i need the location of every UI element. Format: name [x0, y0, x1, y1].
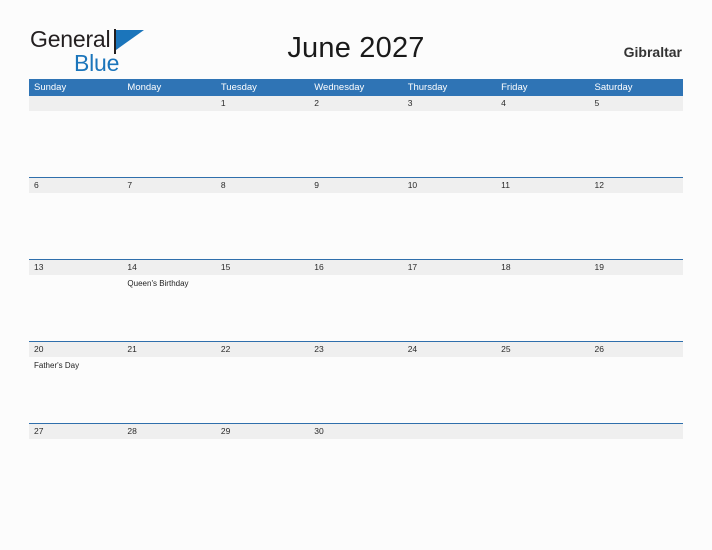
day-cell[interactable] — [590, 193, 683, 259]
calendar-grid: Sunday Monday Tuesday Wednesday Thursday… — [29, 79, 683, 505]
day-cell[interactable] — [590, 439, 683, 505]
week-date-band: 13 14 15 16 17 18 19 — [29, 260, 683, 275]
day-number[interactable]: 8 — [216, 178, 309, 193]
day-number[interactable]: 26 — [590, 342, 683, 357]
day-cell[interactable] — [590, 111, 683, 177]
weekday-header-saturday: Saturday — [594, 82, 633, 93]
day-cell[interactable] — [309, 193, 402, 259]
day-cell[interactable] — [590, 357, 683, 423]
day-number[interactable]: 4 — [496, 96, 589, 111]
week-date-band: 20 21 22 23 24 25 26 — [29, 342, 683, 357]
day-cell[interactable] — [403, 111, 496, 177]
day-number[interactable]: 19 — [590, 260, 683, 275]
day-cell[interactable]: Father's Day — [29, 357, 122, 423]
day-cell[interactable] — [216, 193, 309, 259]
event-label: Queen's Birthday — [127, 279, 189, 288]
day-number[interactable]: 21 — [122, 342, 215, 357]
weekday-header-wednesday: Wednesday — [314, 82, 365, 93]
day-cell[interactable] — [496, 275, 589, 341]
day-number[interactable]: 17 — [403, 260, 496, 275]
day-cell[interactable] — [216, 111, 309, 177]
day-cell[interactable] — [309, 439, 402, 505]
week-date-band: 6 7 8 9 10 11 12 — [29, 178, 683, 193]
day-number[interactable] — [590, 424, 683, 439]
day-cell[interactable] — [29, 439, 122, 505]
day-cell[interactable] — [122, 439, 215, 505]
day-number[interactable]: 14 — [122, 260, 215, 275]
day-number[interactable]: 12 — [590, 178, 683, 193]
day-cell[interactable] — [216, 439, 309, 505]
day-cell[interactable] — [122, 111, 215, 177]
day-cell[interactable] — [590, 275, 683, 341]
day-cell[interactable] — [122, 357, 215, 423]
week-date-band: 27 28 29 30 — [29, 424, 683, 439]
day-number[interactable]: 23 — [309, 342, 402, 357]
region-label: Gibraltar — [623, 44, 682, 60]
day-cell[interactable] — [309, 275, 402, 341]
day-number[interactable]: 3 — [403, 96, 496, 111]
day-number[interactable]: 6 — [29, 178, 122, 193]
day-cell[interactable] — [309, 357, 402, 423]
week-event-band — [29, 193, 683, 259]
week-row: 6 7 8 9 10 11 12 — [29, 177, 683, 259]
week-row: 27 28 29 30 — [29, 423, 683, 505]
day-number[interactable]: 11 — [496, 178, 589, 193]
day-number[interactable]: 29 — [216, 424, 309, 439]
weekday-header-row: Sunday Monday Tuesday Wednesday Thursday… — [29, 79, 683, 96]
week-row: 1 2 3 4 5 — [29, 96, 683, 177]
weekday-header-thursday: Thursday — [407, 82, 448, 93]
day-cell[interactable] — [403, 193, 496, 259]
week-date-band: 1 2 3 4 5 — [29, 96, 683, 111]
day-number[interactable]: 25 — [496, 342, 589, 357]
weekday-header-friday: Friday — [501, 82, 528, 93]
day-number[interactable]: 7 — [122, 178, 215, 193]
day-number[interactable] — [403, 424, 496, 439]
day-number[interactable]: 22 — [216, 342, 309, 357]
day-number[interactable] — [29, 96, 122, 111]
day-cell[interactable] — [122, 193, 215, 259]
day-cell[interactable] — [403, 439, 496, 505]
day-cell[interactable] — [216, 275, 309, 341]
day-number[interactable] — [496, 424, 589, 439]
day-cell[interactable] — [496, 439, 589, 505]
day-number[interactable]: 30 — [309, 424, 402, 439]
day-number[interactable]: 15 — [216, 260, 309, 275]
day-cell[interactable] — [309, 111, 402, 177]
day-number[interactable] — [122, 96, 215, 111]
day-number[interactable]: 16 — [309, 260, 402, 275]
day-cell[interactable] — [496, 193, 589, 259]
day-cell[interactable] — [496, 111, 589, 177]
day-number[interactable]: 1 — [216, 96, 309, 111]
day-number[interactable]: 2 — [309, 96, 402, 111]
day-cell[interactable] — [403, 357, 496, 423]
weekday-header-sunday: Sunday — [34, 82, 67, 93]
event-label: Father's Day — [34, 361, 80, 370]
day-number[interactable]: 10 — [403, 178, 496, 193]
page-title: June 2027 — [287, 32, 425, 64]
week-event-band: Father's Day — [29, 357, 683, 423]
day-number[interactable]: 24 — [403, 342, 496, 357]
week-row: 13 14 15 16 17 18 19 Queen's Birthday — [29, 259, 683, 341]
day-number[interactable]: 28 — [122, 424, 215, 439]
day-cell[interactable] — [29, 193, 122, 259]
page-header: General Blue June 2027 Gibraltar — [0, 0, 712, 78]
week-event-band — [29, 111, 683, 177]
day-number[interactable]: 20 — [29, 342, 122, 357]
day-number[interactable]: 9 — [309, 178, 402, 193]
weekday-header-monday: Monday — [127, 82, 162, 93]
week-event-band — [29, 439, 683, 505]
day-number[interactable]: 13 — [29, 260, 122, 275]
day-number[interactable]: 27 — [29, 424, 122, 439]
day-number[interactable]: 5 — [590, 96, 683, 111]
day-cell[interactable] — [403, 275, 496, 341]
day-cell[interactable] — [216, 357, 309, 423]
week-row: 20 21 22 23 24 25 26 Father's Day — [29, 341, 683, 423]
day-cell[interactable]: Queen's Birthday — [122, 275, 215, 341]
day-cell[interactable] — [29, 111, 122, 177]
week-event-band: Queen's Birthday — [29, 275, 683, 341]
day-cell[interactable] — [496, 357, 589, 423]
weekday-header-tuesday: Tuesday — [220, 82, 257, 93]
day-cell[interactable] — [29, 275, 122, 341]
day-number[interactable]: 18 — [496, 260, 589, 275]
